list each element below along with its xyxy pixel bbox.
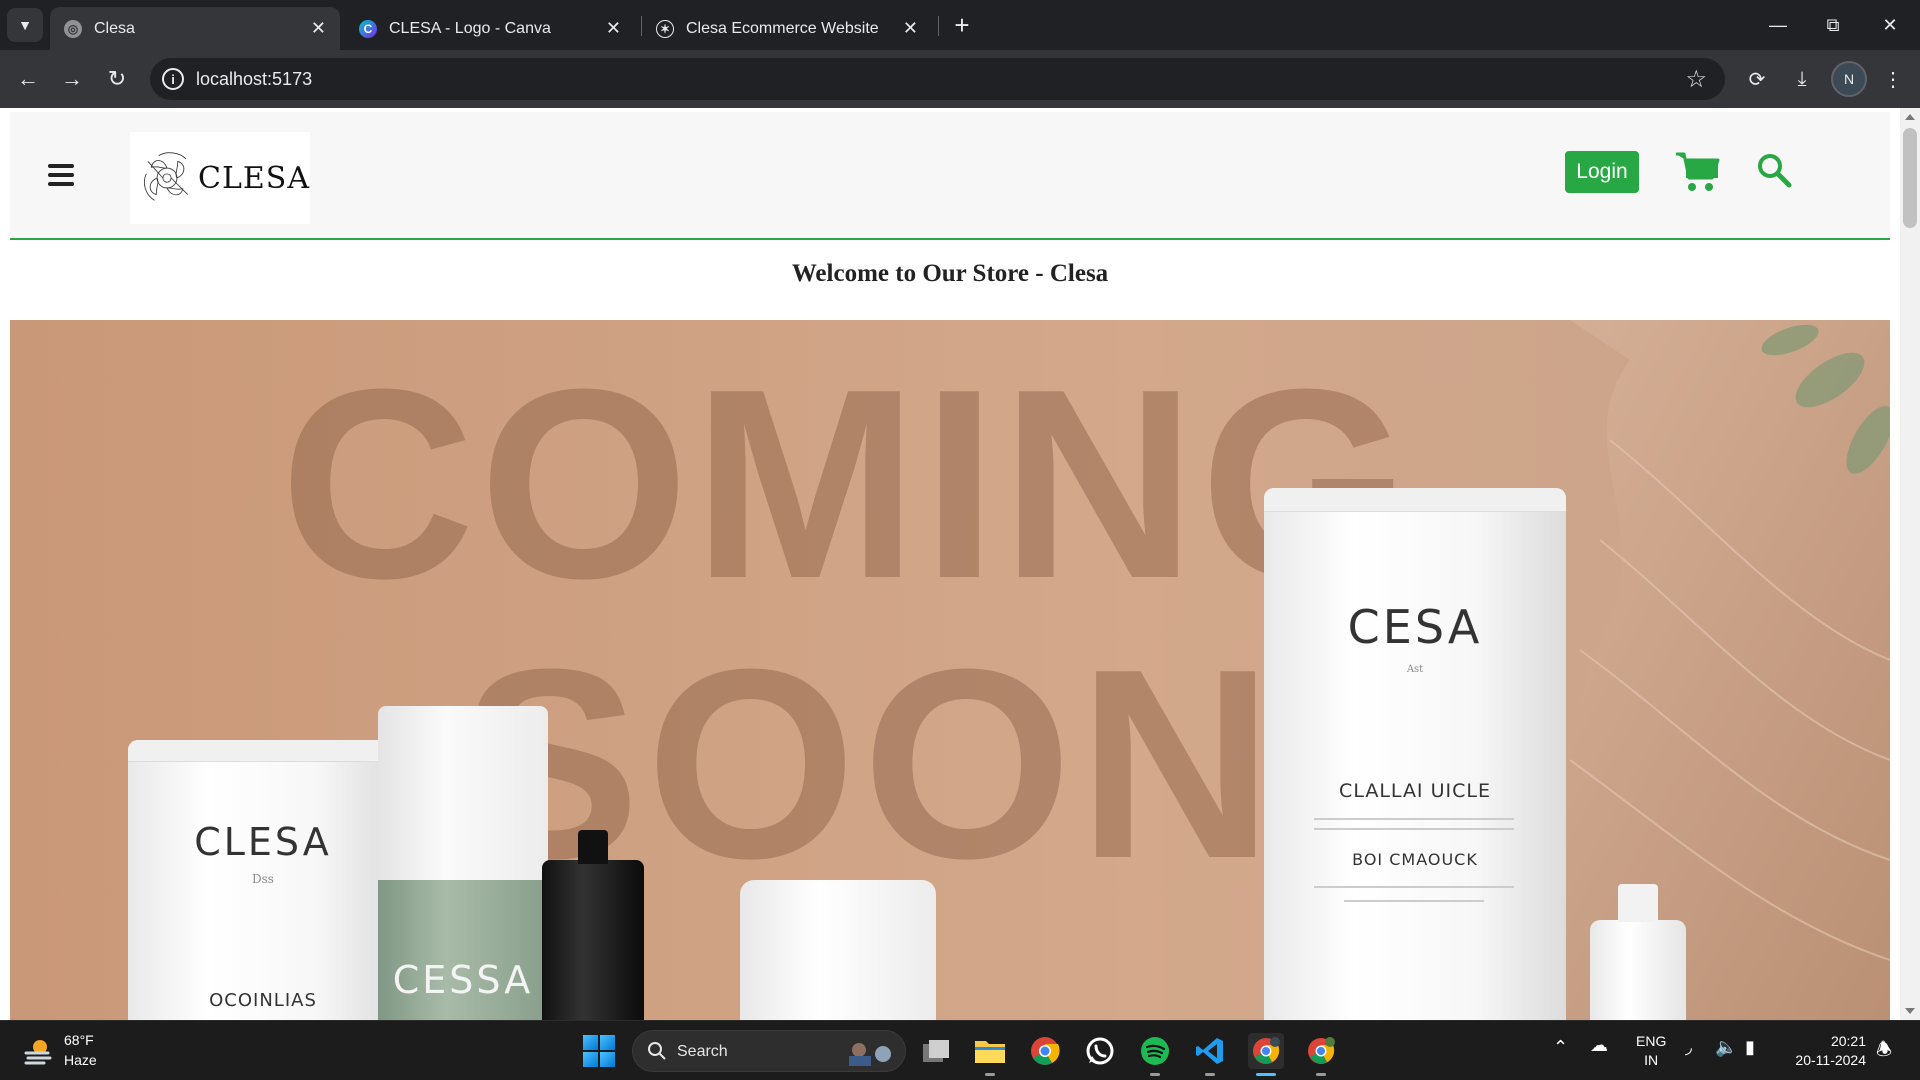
profile-avatar[interactable]: N (1831, 61, 1867, 97)
product-tube-right: CESA Ast CLALLAI UICLE BOI CMAOUCK (1264, 488, 1566, 1020)
chrome-icon[interactable] (1027, 1033, 1063, 1069)
page-viewport: CLESA Login Welcome to Our Store - Clesa (0, 108, 1920, 1020)
site-info-icon[interactable]: i (162, 68, 184, 90)
plus-icon: + (954, 9, 970, 40)
product-brand: CESA (1347, 600, 1483, 654)
reload-button[interactable]: ↻ (101, 63, 133, 95)
login-button[interactable]: Login (1565, 151, 1639, 193)
scroll-up-arrow-icon[interactable] (1905, 114, 1915, 120)
download-icon[interactable]: ⤓ (1786, 63, 1818, 95)
search-icon (648, 1042, 666, 1060)
clock-time: 20:21 (1830, 1033, 1866, 1049)
tab-label: Clesa (94, 19, 135, 37)
language-indicator[interactable]: ENG IN (1636, 1032, 1666, 1070)
tab-canva[interactable]: C CLESA - Logo - Canva ✕ (345, 7, 635, 50)
address-text: localhost:5173 (196, 69, 313, 89)
tab-ecommerce[interactable]: ✶ Clesa Ecommerce Website ✕ (642, 7, 932, 50)
openai-icon: ✶ (656, 19, 674, 38)
spotify-icon[interactable] (1137, 1033, 1173, 1076)
page-scrollbar[interactable] (1900, 108, 1920, 1020)
chrome-profile-alt-icon[interactable] (1303, 1033, 1339, 1076)
product-dropper (542, 830, 644, 1020)
tab-label: Clesa Ecommerce Website (686, 19, 879, 37)
haze-weather-icon[interactable] (22, 1035, 54, 1067)
minimize-icon: — (1769, 14, 1787, 35)
minimize-button[interactable]: — (1758, 10, 1798, 40)
back-button[interactable]: ← (12, 63, 44, 95)
product-white-jar (740, 880, 936, 1020)
close-icon[interactable]: ✕ (311, 18, 326, 39)
system-clock[interactable]: 20:21 20-11-2024 (1786, 1032, 1866, 1070)
welcome-heading: Welcome to Our Store - Clesa (791, 260, 1109, 287)
hamburger-menu-icon[interactable] (48, 164, 74, 186)
close-icon: ✕ (1882, 14, 1898, 35)
product-line2: BOI CMAOUCK (1352, 850, 1478, 869)
windows-start-icon[interactable] (583, 1035, 615, 1067)
product-green-jar: CESSA (378, 880, 548, 1020)
chrome-profile-n-icon[interactable] (1248, 1033, 1284, 1076)
browser-tab-bar: ▼ ◎ Clesa ✕ C CLESA - Logo - Canva ✕ ✶ C… (0, 0, 1920, 50)
scrollbar-thumb[interactable] (1903, 128, 1917, 228)
file-explorer-icon[interactable] (972, 1033, 1008, 1076)
hero-banner: COMING SOON CLESA Dss OCOINLIAS CESSA CE… (10, 320, 1890, 1020)
chevron-down-icon: ▼ (18, 17, 32, 33)
search-icon[interactable] (1756, 152, 1792, 188)
search-highlight-icon (849, 1043, 891, 1066)
close-icon[interactable]: ✕ (606, 18, 621, 39)
globe-icon: ◎ (64, 19, 82, 38)
tab-clesa[interactable]: ◎ Clesa ✕ (50, 7, 340, 50)
product-footer: OCOINLIAS (209, 990, 317, 1011)
weather-condition[interactable]: Haze (64, 1052, 97, 1068)
tab-divider (938, 16, 939, 36)
close-icon[interactable]: ✕ (903, 18, 918, 39)
product-sub: Dss (252, 872, 274, 886)
whatsapp-icon[interactable] (1082, 1033, 1118, 1069)
clock-date: 20-11-2024 (1795, 1052, 1866, 1068)
vscode-icon[interactable] (1192, 1033, 1228, 1076)
new-tab-button[interactable]: + (948, 10, 976, 40)
product-sub: Ast (1406, 664, 1424, 675)
tab-label: CLESA - Logo - Canva (389, 19, 551, 37)
wifi-icon[interactable]: ◞ (1685, 1037, 1692, 1058)
product-brand: CLESA (194, 820, 332, 864)
restore-icon: ⧉ (1826, 14, 1840, 35)
region-code: IN (1644, 1052, 1659, 1068)
battery-icon[interactable]: ▮ (1745, 1037, 1755, 1058)
chevron-up-icon[interactable]: ⌃ (1553, 1037, 1568, 1058)
more-menu-icon[interactable]: ⋮ (1877, 63, 1909, 95)
tab-search-dropdown-button[interactable]: ▼ (7, 8, 43, 42)
extensions-icon[interactable]: ⟳ (1741, 63, 1773, 95)
product-line1: CLALLAI UICLE (1339, 780, 1491, 802)
forward-button[interactable]: → (56, 63, 88, 95)
canva-icon: C (359, 19, 377, 38)
restore-button[interactable]: ⧉ (1813, 10, 1853, 40)
site-logo[interactable]: CLESA (130, 132, 310, 224)
windows-taskbar: 68°F Haze Search ⌃ ☁ ENG IN ◞ 🔈 ▮ 20:21 … (0, 1020, 1920, 1080)
volume-icon[interactable]: 🔈 (1715, 1037, 1737, 1058)
product-tube-left: CLESA Dss OCOINLIAS (128, 740, 398, 1020)
arrow-right-icon: → (61, 66, 83, 91)
floral-logo-icon (144, 152, 189, 201)
bookmark-star-icon[interactable]: ☆ (1685, 65, 1707, 94)
taskbar-search-label: Search (677, 1043, 728, 1060)
site-header: CLESA Login (10, 112, 1890, 240)
weather-temperature[interactable]: 68°F (64, 1032, 94, 1048)
product-brand: CESSA (392, 958, 534, 1002)
close-window-button[interactable]: ✕ (1870, 10, 1910, 40)
logo-text: CLESA (198, 160, 310, 196)
scroll-down-arrow-icon[interactable] (1905, 1008, 1915, 1014)
hero-headline-line1: COMING (280, 334, 1414, 635)
cart-icon[interactable] (1674, 150, 1720, 194)
language-code: ENG (1636, 1033, 1667, 1049)
browser-toolbar: ← → ↻ i localhost:5173 ☆ ⟳ ⤓ N ⋮ (0, 50, 1920, 108)
arrow-left-icon: ← (17, 66, 39, 91)
notification-bell-icon[interactable]: 🕭 (1876, 1037, 1892, 1067)
taskbar-search-box[interactable]: Search (632, 1030, 906, 1072)
reload-icon: ↻ (107, 66, 127, 91)
product-pump-bottle (1590, 884, 1686, 1020)
onedrive-warning-icon[interactable]: ☁ (1590, 1035, 1608, 1056)
task-view-icon[interactable] (918, 1033, 954, 1069)
address-bar[interactable]: i localhost:5173 ☆ (150, 58, 1725, 100)
